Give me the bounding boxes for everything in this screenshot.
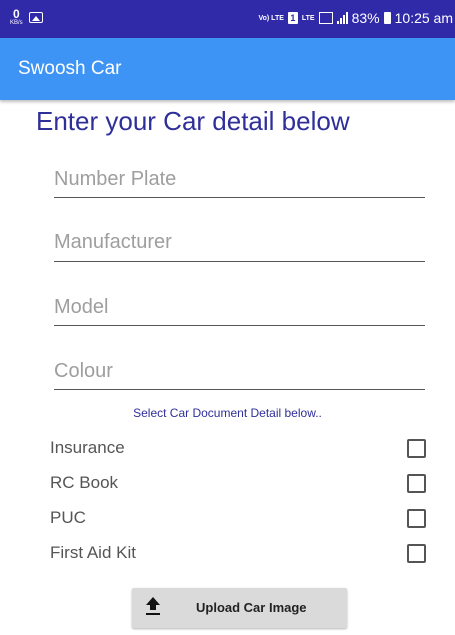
- colour-underline: [54, 389, 425, 390]
- first-aid-label: First Aid Kit: [50, 543, 136, 562]
- model-input[interactable]: Model: [54, 296, 425, 328]
- rc-book-row[interactable]: RC Book: [50, 472, 426, 494]
- clock: 10:25 am: [394, 10, 453, 26]
- manufacturer-underline: [54, 261, 425, 262]
- status-right: Vo) LTE 1 LTE 83% 10:25 am: [258, 10, 453, 26]
- status-left: 0 KB/s: [10, 8, 43, 26]
- insurance-checkbox[interactable]: [407, 439, 426, 458]
- puc-label: PUC: [50, 508, 86, 527]
- colour-placeholder: Colour: [54, 360, 113, 382]
- app-bar: Swoosh Car: [0, 38, 455, 100]
- battery-percent: 83%: [351, 10, 380, 26]
- sim-icon: 1: [287, 12, 298, 24]
- number-plate-underline: [54, 197, 425, 198]
- number-plate-placeholder: Number Plate: [54, 168, 177, 190]
- documents-heading: Select Car Document Detail below..: [133, 406, 322, 420]
- number-plate-input[interactable]: Number Plate: [54, 168, 425, 200]
- insurance-row[interactable]: Insurance: [50, 437, 426, 459]
- upload-icon: [146, 597, 160, 617]
- app-title: Swoosh Car: [18, 58, 122, 79]
- puc-row[interactable]: PUC: [50, 507, 426, 529]
- signal-box-icon: [318, 12, 333, 24]
- data-speed-value: 0: [12, 7, 20, 21]
- first-aid-checkbox[interactable]: [407, 544, 426, 563]
- rc-book-checkbox[interactable]: [407, 474, 426, 493]
- data-speed: 0 KB/s: [10, 8, 23, 26]
- insurance-label: Insurance: [50, 438, 125, 457]
- form-heading: Enter your Car detail below: [36, 106, 350, 136]
- rc-book-label: RC Book: [50, 473, 119, 492]
- manufacturer-input[interactable]: Manufacturer: [54, 231, 425, 263]
- image-icon: [28, 11, 43, 23]
- data-speed-unit: KB/s: [10, 20, 23, 26]
- battery-icon: [383, 12, 391, 24]
- volte-icon: Vo) LTE: [258, 14, 284, 22]
- lte-label: LTE: [301, 14, 315, 22]
- puc-checkbox[interactable]: [407, 509, 426, 528]
- upload-button-label: Upload Car Image: [196, 600, 307, 615]
- signal-icon: [336, 12, 348, 24]
- model-placeholder: Model: [54, 296, 109, 318]
- first-aid-row[interactable]: First Aid Kit: [50, 542, 426, 564]
- manufacturer-placeholder: Manufacturer: [54, 231, 172, 253]
- upload-car-image-button[interactable]: Upload Car Image: [132, 588, 347, 628]
- status-bar: 0 KB/s Vo) LTE 1 LTE 83% 10:25 am: [0, 0, 455, 38]
- colour-input[interactable]: Colour: [54, 360, 425, 392]
- model-underline: [54, 325, 425, 326]
